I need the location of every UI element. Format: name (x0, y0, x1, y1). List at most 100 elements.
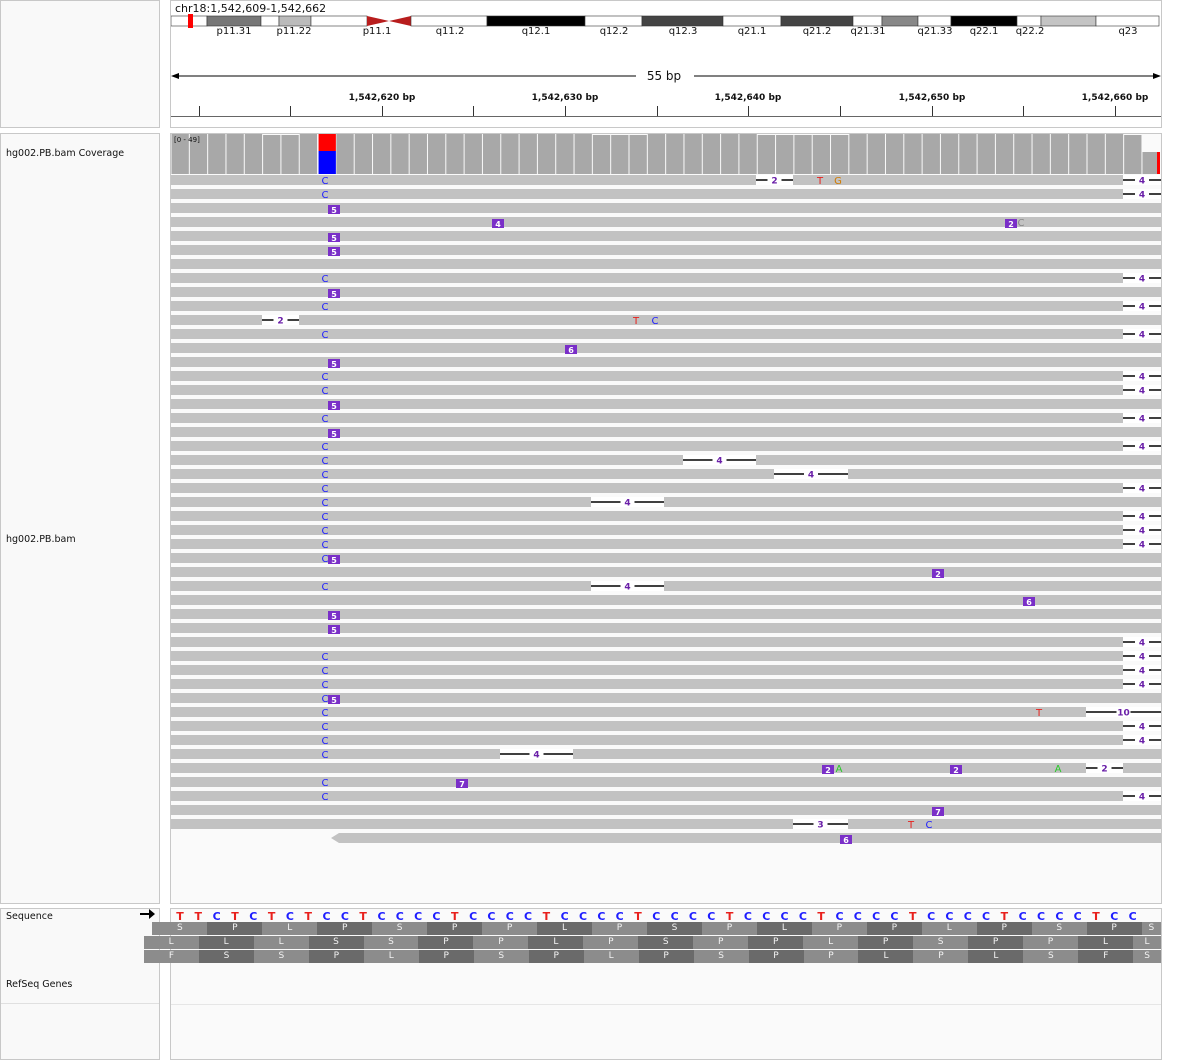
amino-acid: P (583, 936, 639, 949)
amino-acid: P (1086, 922, 1142, 935)
read[interactable] (171, 749, 1161, 759)
amino-acid: P (811, 922, 867, 935)
coverage-bar (995, 134, 1014, 174)
read[interactable] (171, 259, 1161, 269)
read[interactable] (171, 245, 1161, 255)
read[interactable] (171, 483, 1161, 493)
amino-acid: P (528, 950, 584, 963)
band-label: q12.3 (668, 26, 698, 37)
read[interactable] (171, 329, 1161, 339)
read[interactable] (171, 231, 1161, 241)
read[interactable] (171, 175, 1161, 185)
insertion-length: 2 (953, 766, 959, 775)
read[interactable] (171, 623, 1161, 633)
read[interactable] (171, 441, 1161, 451)
read[interactable] (331, 833, 1161, 843)
read[interactable] (171, 413, 1161, 423)
read[interactable] (171, 553, 1161, 563)
track-name-panel (0, 133, 160, 904)
read[interactable] (171, 357, 1161, 367)
read[interactable] (171, 763, 1161, 773)
read[interactable] (171, 665, 1161, 675)
sequence-track-name[interactable]: Sequence (6, 911, 53, 922)
coverage-bar (666, 134, 684, 174)
read[interactable] (171, 399, 1161, 409)
read[interactable] (171, 287, 1161, 297)
strand-arrow-icon[interactable] (139, 908, 155, 920)
coverage-bar (336, 134, 354, 174)
coverage-bar (959, 134, 977, 174)
mismatch-base: A (1055, 764, 1062, 775)
read[interactable] (171, 805, 1161, 815)
coverage-track-name[interactable]: hg002.PB.bam Coverage (6, 148, 124, 159)
insertion-length: 5 (331, 402, 337, 411)
mismatch-base: C (322, 470, 329, 481)
amino-acid: S (152, 922, 208, 935)
read[interactable] (171, 385, 1161, 395)
read[interactable] (171, 371, 1161, 381)
read[interactable] (171, 301, 1161, 311)
read[interactable] (171, 539, 1161, 549)
read[interactable] (171, 203, 1161, 213)
read[interactable] (171, 469, 1161, 479)
read[interactable] (171, 777, 1161, 787)
insertion-length: 5 (331, 360, 337, 369)
ruler-tick (473, 106, 474, 116)
read[interactable] (171, 693, 1161, 703)
read[interactable] (171, 189, 1161, 199)
read[interactable] (171, 721, 1161, 731)
read[interactable] (171, 273, 1161, 283)
alignment-reads[interactable]: CCCCCCCCCCCCCCCCCCCCCCCCCCCC555555555555… (171, 175, 1161, 865)
read[interactable] (171, 707, 1161, 717)
read[interactable] (171, 567, 1161, 577)
read[interactable] (171, 427, 1161, 437)
deletion-length: 4 (1139, 415, 1145, 425)
coverage-bar (482, 134, 501, 174)
amino-acid: L (583, 950, 639, 963)
amino-acid: L (143, 936, 199, 949)
amino-acid: P (968, 936, 1024, 949)
band-label: q21.31 (850, 26, 886, 37)
read[interactable] (171, 511, 1161, 521)
coverage-track[interactable] (171, 134, 1161, 174)
mismatch-base: C (322, 708, 329, 719)
read[interactable] (171, 595, 1161, 605)
amino-acid: P (418, 950, 474, 963)
current-region-marker (188, 14, 193, 28)
coverage-bar (574, 134, 592, 174)
read[interactable] (171, 651, 1161, 661)
mismatch-base: C (322, 652, 329, 663)
read[interactable] (171, 609, 1161, 619)
alignment-track-name[interactable]: hg002.PB.bam (6, 534, 76, 545)
read[interactable] (171, 455, 1161, 465)
coverage-bar (647, 134, 666, 174)
deletion-length: 3 (817, 821, 823, 831)
read[interactable] (171, 315, 1161, 325)
genes-track-name[interactable]: RefSeq Genes (6, 979, 72, 990)
read[interactable] (171, 581, 1161, 591)
insertion-length: 5 (331, 430, 337, 439)
read[interactable] (171, 791, 1161, 801)
coverage-range-label: [0 - 49] (174, 136, 200, 144)
tick-label: 1,542,640 bp (714, 93, 782, 103)
read[interactable] (171, 637, 1161, 647)
coverage-bar (812, 135, 831, 174)
amino-acid: S (1141, 922, 1161, 935)
centromere-q (389, 16, 411, 26)
read[interactable] (171, 735, 1161, 745)
read[interactable] (171, 497, 1161, 507)
chromosome-ideogram[interactable] (171, 14, 1161, 28)
mismatch-base: C (322, 372, 329, 383)
amino-acid: P (858, 936, 914, 949)
mismatch-base: C (322, 386, 329, 397)
tick-label: 1,542,620 bp (348, 93, 416, 103)
read[interactable] (171, 525, 1161, 535)
coverage-bar-T (318, 134, 336, 151)
coverage-bar (702, 134, 721, 174)
mismatch-base: C (322, 582, 329, 593)
read[interactable] (171, 679, 1161, 689)
mismatch-base: T (907, 820, 915, 831)
read[interactable] (171, 819, 1161, 829)
read[interactable] (171, 343, 1161, 353)
coverage-bar (721, 134, 739, 174)
